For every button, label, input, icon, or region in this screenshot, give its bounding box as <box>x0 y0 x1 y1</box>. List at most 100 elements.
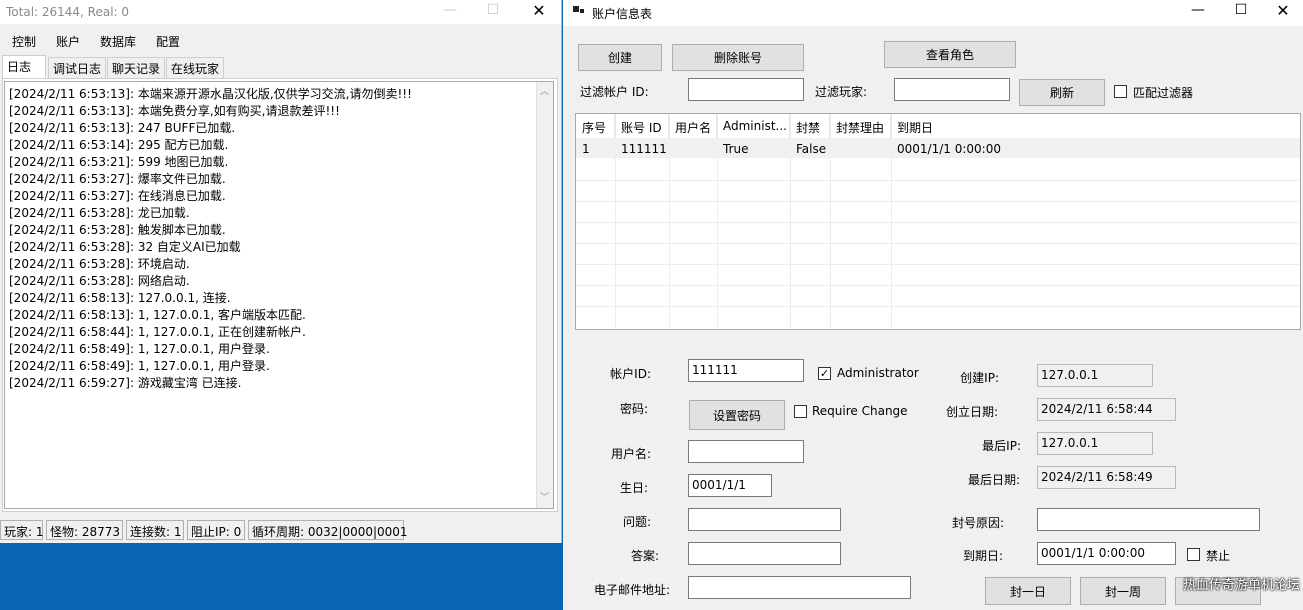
account-id-label: 帐户ID: <box>610 367 651 381</box>
log-line: [2024/2/11 6:58:13]: 1, 127.0.0.1, 客户端版本… <box>9 308 306 322</box>
log-line: [2024/2/11 6:59:27]: 游戏藏宝湾 已连接. <box>9 376 242 390</box>
log-line: [2024/2/11 6:53:27]: 在线消息已加载. <box>9 189 226 203</box>
log-line: [2024/2/11 6:58:49]: 1, 127.0.0.1, 用户登录. <box>9 359 270 373</box>
grid-header-expiry[interactable]: 到期日 <box>891 114 1300 138</box>
expiry-label: 到期日: <box>962 549 1003 563</box>
grid-row-line <box>576 201 1300 202</box>
tab-log[interactable]: 日志 <box>2 55 46 79</box>
refresh-button[interactable]: 刷新 <box>1019 79 1105 106</box>
status-cycle: 循环周期: 0032|0000|0001 <box>248 520 408 540</box>
grid-row-line <box>576 264 1300 265</box>
grid-header-account-id[interactable]: 账号 ID <box>615 114 669 138</box>
email-label: 电子邮件地址: <box>593 583 670 597</box>
administrator-checkbox[interactable]: ✓ <box>818 367 831 380</box>
grid-header-administrator[interactable]: Administ... <box>717 114 790 138</box>
close-icon[interactable]: ✕ <box>524 1 554 20</box>
cell-banned: False <box>796 142 827 156</box>
last-date-field: 2024/2/11 6:58:49 <box>1037 466 1176 489</box>
tab-chat-log[interactable]: 聊天记录 <box>107 57 165 79</box>
set-password-button[interactable]: 设置密码 <box>689 400 785 430</box>
menu-account[interactable]: 账户 <box>56 33 80 50</box>
table-row[interactable]: 1 111111 True False 0001/1/1 0:00:00 <box>576 138 1300 158</box>
ban-one-week-button[interactable]: 封一周 <box>1080 577 1166 605</box>
log-line: [2024/2/11 6:53:28]: 32 自定义AI已加载 <box>9 240 241 254</box>
ban-one-day-button[interactable]: 封一日 <box>985 577 1071 605</box>
filter-account-id-label: 过滤帐户 ID: <box>580 85 649 99</box>
account-title-bar: 账户信息表 — ☐ ✕ <box>563 0 1303 26</box>
accounts-grid[interactable]: 序号 账号 ID 用户名 Administ... 封禁 封禁理由 到期日 1 1… <box>575 113 1301 330</box>
status-monsters: 怪物: 28773 <box>46 520 123 540</box>
log-line: [2024/2/11 6:53:13]: 本端来源开源水晶汉化版,仅供学习交流,… <box>9 87 412 101</box>
birthday-input[interactable]: 0001/1/1 <box>688 474 772 497</box>
question-label: 问题: <box>622 515 651 529</box>
banned-checkbox[interactable] <box>1187 548 1200 561</box>
require-change-checkbox[interactable] <box>794 405 807 418</box>
username-label: 用户名: <box>610 447 651 461</box>
app-icon <box>573 6 579 12</box>
status-bar: 玩家: 1 怪物: 28773 连接数: 1 阻止IP: 0 循环周期: 003… <box>0 519 561 543</box>
log-line: [2024/2/11 6:58:13]: 127.0.0.1, 连接. <box>9 291 231 305</box>
status-players: 玩家: 1 <box>0 520 44 540</box>
server-window-title: Total: 26144, Real: 0 <box>6 5 130 19</box>
log-line: [2024/2/11 6:53:21]: 599 地图已加载. <box>9 155 229 169</box>
grid-header-username[interactable]: 用户名 <box>669 114 717 138</box>
status-blocked-ip: 阻止IP: 0 <box>187 520 245 540</box>
view-roles-button[interactable]: 查看角色 <box>884 41 1016 68</box>
cell-index: 1 <box>582 142 590 156</box>
menu-control[interactable]: 控制 <box>12 33 36 50</box>
log-line: [2024/2/11 6:58:49]: 1, 127.0.0.1, 用户登录. <box>9 342 270 356</box>
cell-account-id: 111111 <box>621 142 667 156</box>
account-id-input[interactable]: 111111 <box>688 359 804 382</box>
delete-account-button[interactable]: 删除账号 <box>672 44 804 71</box>
server-window: Total: 26144, Real: 0 — ☐ ✕ 控制 账户 数据库 配置… <box>0 0 562 543</box>
account-window-title: 账户信息表 <box>592 7 653 21</box>
answer-input[interactable] <box>688 542 841 565</box>
account-window: 账户信息表 — ☐ ✕ 创建 删除账号 查看角色 过滤帐户 ID: 过滤玩家: … <box>563 0 1303 610</box>
log-textbox[interactable]: [2024/2/11 6:53:13]: 本端来源开源水晶汉化版,仅供学习交流,… <box>4 81 554 509</box>
log-line: [2024/2/11 6:53:28]: 环境启动. <box>9 257 190 271</box>
status-connections: 连接数: 1 <box>126 520 184 540</box>
question-input[interactable] <box>688 508 841 531</box>
expiry-input[interactable]: 0001/1/1 0:00:00 <box>1037 542 1176 565</box>
log-line: [2024/2/11 6:58:44]: 1, 127.0.0.1, 正在创建新… <box>9 325 306 339</box>
banned-label: 禁止 <box>1206 549 1231 563</box>
menu-config[interactable]: 配置 <box>156 33 180 50</box>
scroll-down-icon[interactable]: ﹀ <box>540 490 549 503</box>
filter-account-id-input[interactable] <box>688 78 804 101</box>
log-scrollbar[interactable]: ︿ ﹀ <box>536 82 553 508</box>
maximize-icon[interactable]: ☐ <box>478 2 508 18</box>
last-ip-field: 127.0.0.1 <box>1037 432 1153 455</box>
menu-bar: 控制 账户 数据库 配置 <box>0 30 561 52</box>
grid-header-ban-reason[interactable]: 封禁理由 <box>830 114 891 138</box>
administrator-label: Administrator <box>837 366 919 380</box>
menu-database[interactable]: 数据库 <box>100 33 136 50</box>
watermark: 热血传奇游单机论坛 <box>1183 578 1301 593</box>
last-date-label: 最后日期: <box>967 473 1020 487</box>
match-filter-checkbox[interactable] <box>1114 85 1127 98</box>
minimize-icon[interactable]: — <box>435 2 465 18</box>
log-line: [2024/2/11 6:53:14]: 295 配方已加载. <box>9 138 229 152</box>
ban-reason-input[interactable] <box>1037 508 1260 531</box>
grid-row-line <box>576 222 1300 223</box>
grid-row-line <box>576 306 1300 307</box>
app-icon-part <box>580 9 584 13</box>
scroll-up-icon[interactable]: ︿ <box>540 84 549 97</box>
create-date-field: 2024/2/11 6:58:44 <box>1037 398 1176 421</box>
username-input[interactable] <box>688 440 804 463</box>
match-filter-label: 匹配过滤器 <box>1133 86 1194 100</box>
server-title-bar: Total: 26144, Real: 0 — ☐ ✕ <box>0 0 561 24</box>
tab-debug-log[interactable]: 调试日志 <box>48 57 106 79</box>
minimize-icon[interactable]: — <box>1183 2 1213 18</box>
maximize-icon[interactable]: ☐ <box>1226 2 1256 18</box>
tab-online-players[interactable]: 在线玩家 <box>166 57 224 79</box>
cell-expiry: 0001/1/1 0:00:00 <box>897 142 1001 156</box>
password-label: 密码: <box>619 402 648 416</box>
filter-player-input[interactable] <box>894 78 1010 101</box>
email-input[interactable] <box>688 576 911 599</box>
close-icon[interactable]: ✕ <box>1268 1 1298 20</box>
log-line: [2024/2/11 6:53:28]: 龙已加载. <box>9 206 190 220</box>
grid-header-index[interactable]: 序号 <box>576 114 615 138</box>
require-change-label: Require Change <box>812 404 908 418</box>
grid-header-banned[interactable]: 封禁 <box>790 114 830 138</box>
create-button[interactable]: 创建 <box>578 44 662 71</box>
